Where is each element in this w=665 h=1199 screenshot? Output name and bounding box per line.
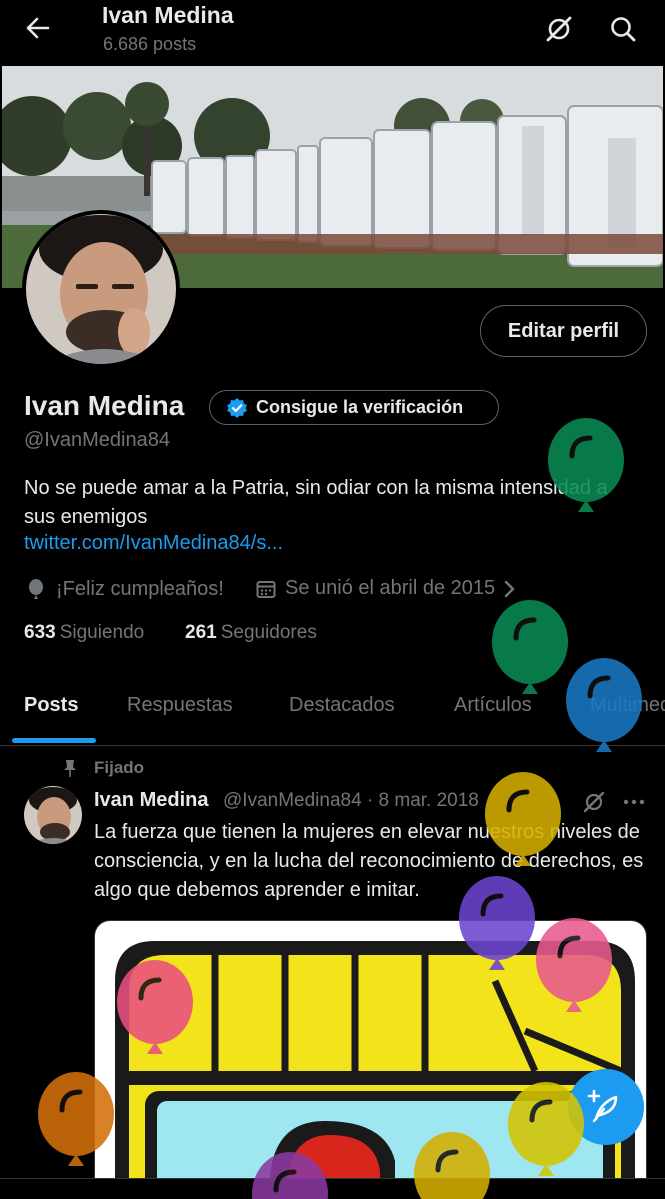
balloon-icon[interactable] (508, 1082, 584, 1176)
balloon-icon[interactable] (252, 1152, 328, 1199)
balloon-icon[interactable] (492, 600, 568, 694)
balloon-icon[interactable] (414, 1132, 490, 1199)
balloon-icon[interactable] (485, 772, 561, 866)
balloon-icon[interactable] (38, 1072, 114, 1166)
balloon-icon[interactable] (548, 418, 624, 512)
birthday-balloons-overlay (38, 418, 642, 1199)
balloon-icon[interactable] (459, 876, 535, 970)
balloon-icon[interactable] (117, 960, 193, 1054)
balloon-icon[interactable] (566, 658, 642, 752)
balloon-icon[interactable] (536, 918, 612, 1012)
